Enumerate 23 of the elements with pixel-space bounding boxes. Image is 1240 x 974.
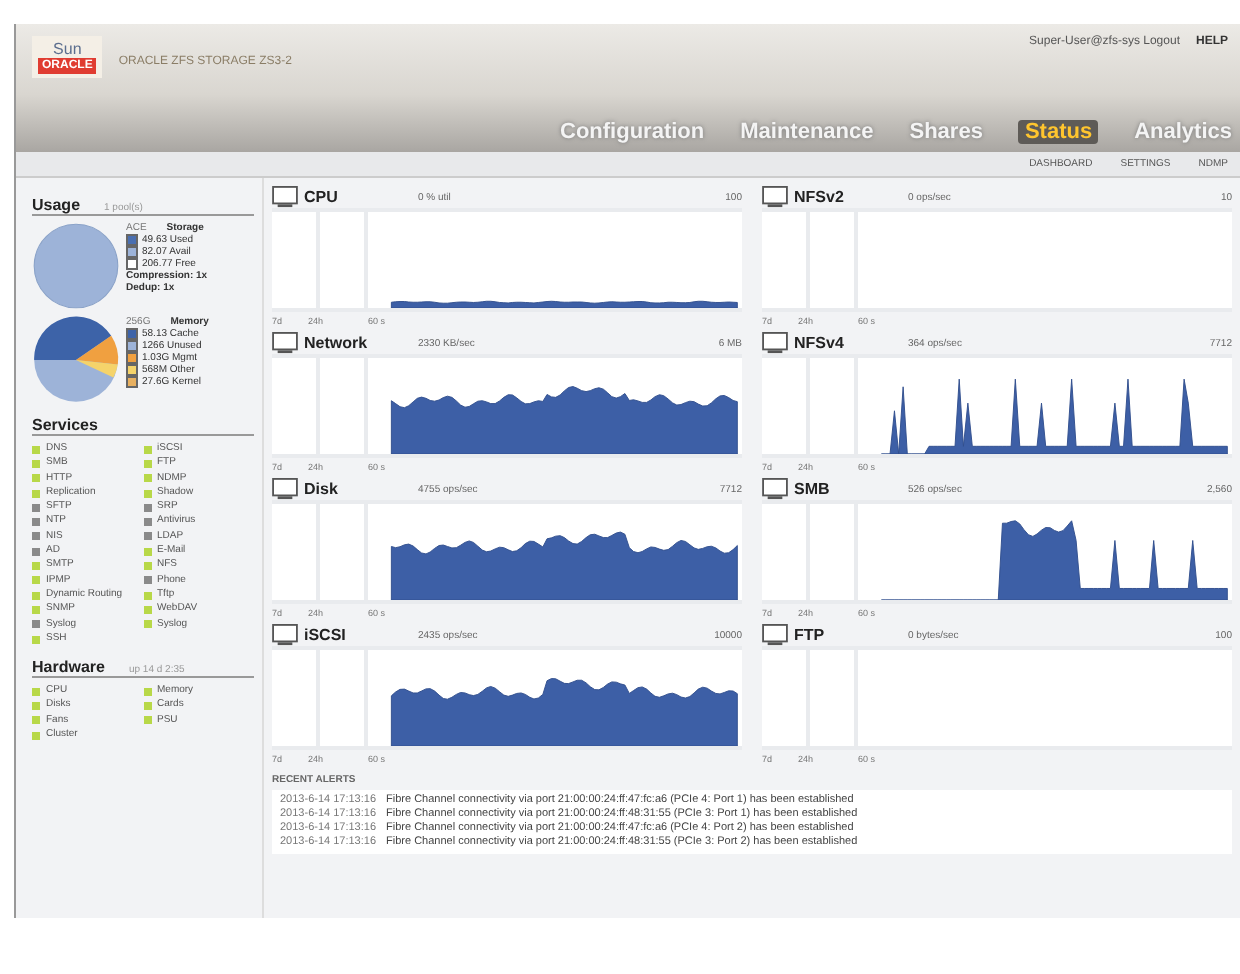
panel-title[interactable]: Disk <box>304 480 412 498</box>
section-title: Services <box>32 416 98 434</box>
monitor-icon <box>272 186 298 208</box>
logo-text: Sun <box>53 40 82 58</box>
section-title: Usage <box>32 196 81 214</box>
panel-title[interactable]: FTP <box>794 626 902 644</box>
pie-chart <box>32 222 120 310</box>
monitor-icon <box>762 186 788 208</box>
panel-title[interactable]: iSCSI <box>304 626 412 644</box>
monitor-icon <box>272 332 298 354</box>
section-title: Hardware <box>32 658 105 677</box>
panel-title[interactable]: Network <box>304 334 412 352</box>
monitor-icon <box>762 478 788 500</box>
monitor-icon <box>272 624 298 646</box>
monitor-icon <box>762 332 788 354</box>
panel-title[interactable]: NFSv2 <box>794 188 902 206</box>
nav-tab[interactable]: Status <box>1018 120 1099 144</box>
monitor-icon <box>272 478 298 500</box>
panel-title[interactable]: CPU <box>304 188 412 206</box>
panel-title[interactable]: SMB <box>794 480 902 498</box>
monitor-icon <box>762 624 788 646</box>
panel-title[interactable]: NFSv4 <box>794 334 902 352</box>
pie-chart <box>32 316 120 404</box>
